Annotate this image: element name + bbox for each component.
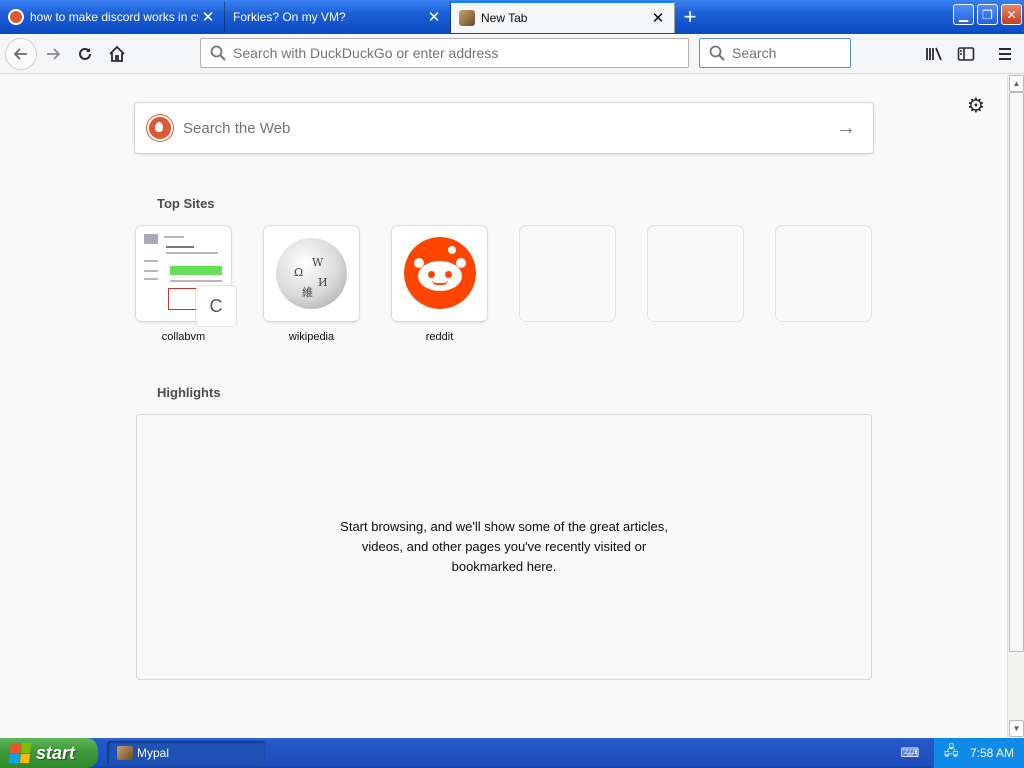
close-tab-icon[interactable]: ✕ <box>424 7 444 27</box>
close-tab-icon[interactable]: ✕ <box>198 7 218 27</box>
taskbar-item-label: Mypal <box>137 746 170 760</box>
tab-label: New Tab <box>481 11 528 25</box>
vertical-scrollbar[interactable]: ▲ ▼ <box>1007 75 1024 738</box>
menu-button[interactable] <box>990 39 1020 69</box>
tab-strip: how to make discord works in cvm ✕ Forki… <box>0 0 1024 34</box>
back-arrow-icon <box>13 48 27 60</box>
tab-forkies[interactable]: Forkies? On my VM? ✕ <box>225 1 451 32</box>
search-icon <box>709 45 725 61</box>
clock[interactable]: 7:58 AM <box>970 746 1014 760</box>
reddit-logo-icon <box>404 237 476 309</box>
restore-button[interactable]: ❐ <box>977 4 998 25</box>
hamburger-menu-icon <box>999 48 1011 60</box>
mypal-bird-icon <box>459 10 475 26</box>
close-tab-icon[interactable]: ✕ <box>648 8 668 28</box>
address-input[interactable] <box>233 45 688 61</box>
reload-button[interactable] <box>70 39 100 69</box>
reload-icon <box>79 47 91 60</box>
scroll-up-button[interactable]: ▲ <box>1009 75 1024 92</box>
home-button[interactable] <box>102 39 132 69</box>
network-icon[interactable]: 🖧 <box>944 743 960 761</box>
forward-button[interactable] <box>38 39 68 69</box>
top-site-tile-reddit[interactable] <box>392 226 487 321</box>
keyboard-icon[interactable]: ⌨ <box>901 745 920 760</box>
web-search-box[interactable]: → <box>135 103 873 153</box>
search-bar[interactable] <box>699 38 851 68</box>
top-site-tile-collabvm[interactable]: C <box>136 226 236 326</box>
search-icon <box>210 45 226 61</box>
sidebar-icon <box>957 47 975 61</box>
top-site-tile-empty <box>776 226 871 321</box>
system-tray: 🖧 7:58 AM <box>933 738 1024 768</box>
top-site-label[interactable]: collabvm <box>136 331 231 343</box>
scroll-thumb[interactable] <box>1009 92 1024 652</box>
scroll-down-button[interactable]: ▼ <box>1009 720 1024 737</box>
tab-discord-search[interactable]: how to make discord works in cvm ✕ <box>0 1 225 32</box>
top-site-tile-wikipedia[interactable]: Ω W И 維 <box>264 226 359 321</box>
new-tab-page: ⚙ → Top Sites C collabvm Ω W И 維 w <box>0 75 1007 738</box>
highlights-empty-state: Start browsing, and we'll show some of t… <box>136 414 872 680</box>
top-site-label[interactable]: reddit <box>392 331 487 343</box>
search-go-arrow-icon[interactable]: → <box>831 113 861 143</box>
top-site-tile-empty <box>520 226 615 321</box>
navigation-toolbar <box>0 34 1024 74</box>
forward-arrow-icon <box>47 48 61 60</box>
taskbar-item-mypal[interactable]: Mypal <box>107 741 265 765</box>
sidebar-button[interactable] <box>951 39 981 69</box>
close-window-button[interactable]: ✕ <box>1001 4 1022 25</box>
wikipedia-globe-icon: Ω W И 維 <box>276 238 347 309</box>
tab-label: how to make discord works in cvm <box>30 9 198 24</box>
windows-logo-icon <box>8 743 32 763</box>
taskbar: start Mypal ⌨ 🖧 7:58 AM <box>0 738 1024 768</box>
web-search-input[interactable] <box>183 119 831 137</box>
duckduckgo-logo-icon <box>147 115 173 141</box>
back-button[interactable] <box>5 38 37 70</box>
top-site-tile-empty <box>648 226 743 321</box>
mypal-bird-icon <box>117 746 133 760</box>
new-tab-button[interactable]: + <box>678 4 702 29</box>
library-icon <box>926 47 942 61</box>
tab-new-tab[interactable]: New Tab ✕ <box>451 1 675 33</box>
top-sites-heading: Top Sites <box>157 196 215 211</box>
highlights-empty-message: Start browsing, and we'll show some of t… <box>340 519 668 574</box>
gear-icon[interactable]: ⚙ <box>964 93 988 117</box>
minimize-button[interactable]: ▁ <box>953 4 974 25</box>
start-button[interactable]: start <box>0 738 98 768</box>
tab-label: Forkies? On my VM? <box>233 9 346 24</box>
home-icon <box>109 45 125 62</box>
duckduckgo-icon <box>8 8 24 25</box>
top-site-label[interactable]: wikipedia <box>264 331 359 343</box>
highlights-heading: Highlights <box>157 385 221 400</box>
search-input[interactable] <box>732 45 850 61</box>
address-bar[interactable] <box>200 38 689 68</box>
library-button[interactable] <box>919 39 949 69</box>
site-letter-badge: C <box>196 286 236 326</box>
start-label: start <box>36 742 76 763</box>
